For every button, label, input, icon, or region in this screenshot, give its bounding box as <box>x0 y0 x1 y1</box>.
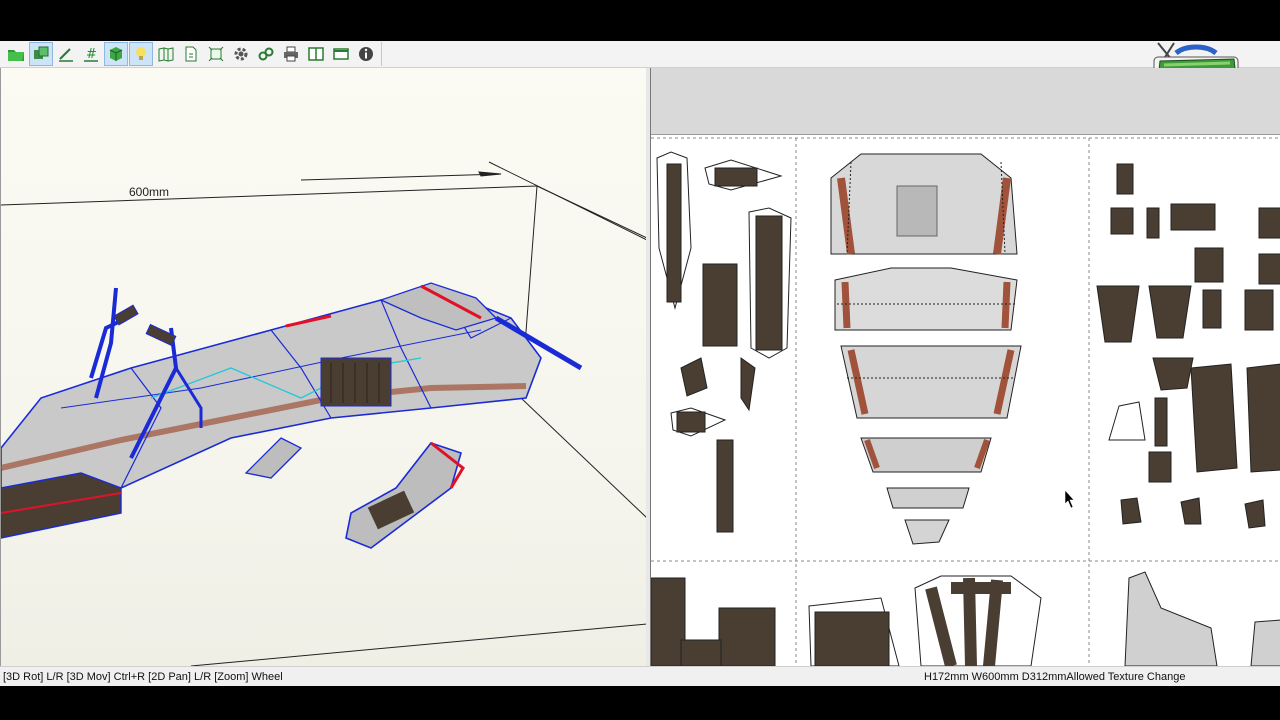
open-folder-icon[interactable] <box>4 42 28 66</box>
split-view-icon[interactable] <box>304 42 328 66</box>
controls-hint: [3D Rot] L/R [3D Mov] Ctrl+R [2D Pan] L/… <box>3 671 283 683</box>
bottom-row-parts <box>651 571 1280 666</box>
window-icon[interactable] <box>329 42 353 66</box>
info-icon[interactable] <box>354 42 378 66</box>
status-bar: [3D Rot] L/R [3D Mov] Ctrl+R [2D Pan] L/… <box>0 666 1280 686</box>
dimension-label: 600mm <box>129 185 170 199</box>
edge-draw-icon[interactable] <box>54 42 78 66</box>
page-2-parts <box>830 153 1022 545</box>
cube-3d-icon[interactable] <box>104 42 128 66</box>
page-3-parts <box>1096 163 1280 529</box>
model-info: H172mm W600mm D312mmAllowed Texture Chan… <box>924 671 1186 683</box>
svg-text:#: # <box>86 47 97 62</box>
3d-model-canvas[interactable] <box>1 68 647 666</box>
3d-view-pane[interactable]: 600mm <box>0 68 648 666</box>
book-unfold-icon[interactable] <box>154 42 178 66</box>
page-icon[interactable] <box>179 42 203 66</box>
print-icon[interactable] <box>279 42 303 66</box>
settings-icon[interactable] <box>229 42 253 66</box>
link-icon[interactable] <box>254 42 278 66</box>
mouse-cursor-icon <box>1064 489 1075 509</box>
lightbulb-icon[interactable] <box>129 42 153 66</box>
pepakura-window: # 600mm [3D Rot] L/R [3D Mov] Ctrl+R [2D… <box>0 41 1280 686</box>
page-1-parts <box>656 151 792 533</box>
2d-pattern-canvas[interactable] <box>651 68 1280 666</box>
main-toolbar: # <box>0 41 1280 82</box>
number-icon[interactable]: # <box>79 42 103 66</box>
toolbar-group-main: # <box>4 42 382 66</box>
2d-unfold-pane[interactable] <box>650 68 1280 666</box>
texture-toggle-icon[interactable] <box>29 42 53 66</box>
flap-icon[interactable] <box>204 42 228 66</box>
speeder-bike-model <box>1 282 583 549</box>
